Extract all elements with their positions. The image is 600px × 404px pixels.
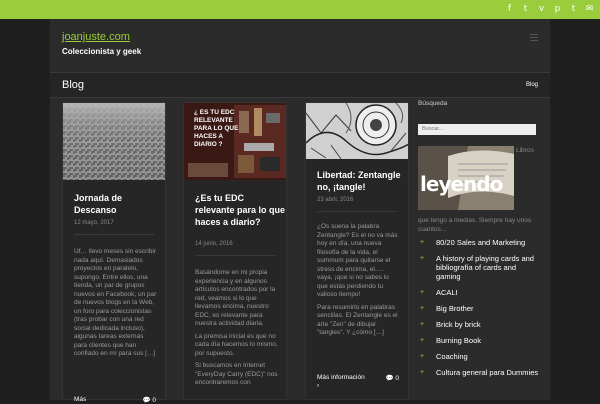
comment-count[interactable]: 💬 0 bbox=[385, 374, 399, 382]
plus-icon: + bbox=[420, 239, 425, 246]
vimeo-icon[interactable]: v bbox=[537, 3, 546, 15]
category-item[interactable]: + Brick by brick bbox=[418, 320, 542, 329]
widget-caption: que tengo a medias. Siempre hay unos cua… bbox=[418, 217, 532, 233]
books-widget: leyendo Libros bbox=[418, 146, 540, 218]
comment-icon: 💬 bbox=[142, 397, 151, 404]
post-card: ¿ ES TU EDC RELEVANTE PARA LO QUE HACES … bbox=[183, 102, 287, 400]
category-item[interactable]: +80/20 Sales and Marketing bbox=[418, 238, 542, 247]
plus-icon: + bbox=[420, 289, 425, 296]
plus-icon: + bbox=[420, 321, 425, 328]
email-icon[interactable]: ✉ bbox=[585, 3, 594, 15]
widget-image-text: leyendo bbox=[420, 172, 503, 196]
post-excerpt: Uf… llevo meses sin escribir nada aquí. … bbox=[74, 248, 157, 357]
category-item[interactable]: + A history of playing cards and bibliogr… bbox=[418, 254, 542, 281]
post-excerpt: ¿Os suena la palabra Zentangle? Es el no… bbox=[317, 223, 398, 336]
category-list: +80/20 Sales and Marketing + A history of… bbox=[418, 238, 542, 384]
tumblr-icon[interactable]: t bbox=[569, 3, 578, 15]
post-date: 12 mayo, 2017 bbox=[74, 220, 114, 226]
sidebar: Búsqueda leyendo Libros bbox=[418, 100, 540, 218]
post-excerpt: Basándome en mi propia experiencia y en … bbox=[195, 269, 278, 386]
search-label: Búsqueda bbox=[418, 100, 448, 107]
post-title[interactable]: Jornada de Descanso bbox=[74, 192, 165, 216]
category-item[interactable]: + Burning Book bbox=[418, 336, 542, 345]
plus-icon: + bbox=[420, 369, 425, 376]
books-widget-image[interactable]: leyendo bbox=[418, 146, 514, 210]
plus-icon: + bbox=[420, 305, 425, 312]
plus-icon: + bbox=[420, 337, 425, 344]
post-title[interactable]: ¿Es tu EDC relevante para lo que haces a… bbox=[195, 192, 286, 228]
read-more-link[interactable]: Más información › bbox=[317, 374, 367, 390]
site-title[interactable]: joanjuste.com bbox=[62, 31, 130, 43]
facebook-icon[interactable]: f bbox=[505, 3, 514, 15]
category-item[interactable]: + ACALI bbox=[418, 288, 542, 297]
thumbnail-text: ¿ ES TU EDC RELEVANTE PARA LO QUE HACES … bbox=[194, 109, 239, 148]
read-more-link[interactable]: Más bbox=[74, 396, 86, 404]
menu-icon[interactable] bbox=[530, 34, 538, 43]
post-date: 14 junio, 2016 bbox=[195, 241, 233, 247]
post-title[interactable]: Libertad: Zentangle no, ¡tangle! bbox=[317, 169, 408, 193]
post-thumbnail[interactable] bbox=[63, 103, 165, 180]
twitter-icon[interactable]: t bbox=[521, 3, 530, 15]
site-tagline: Coleccionista y geek bbox=[62, 47, 142, 56]
plus-icon: + bbox=[420, 353, 425, 360]
category-item[interactable]: + Coaching bbox=[418, 352, 542, 361]
post-date: 23 abril, 2016 bbox=[317, 197, 354, 203]
post-card: Libertad: Zentangle no, ¡tangle! 23 abri… bbox=[305, 102, 409, 400]
page-title-bar: Blog Blog bbox=[50, 72, 550, 98]
plus-icon: + bbox=[420, 255, 425, 262]
post-thumbnail[interactable]: ¿ ES TU EDC RELEVANTE PARA LO QUE HACES … bbox=[184, 103, 286, 180]
social-links: f t v p t ✉ bbox=[505, 3, 594, 15]
page-title: Blog bbox=[62, 79, 85, 91]
breadcrumb[interactable]: Blog bbox=[526, 82, 538, 88]
category-item[interactable]: + Big Brother bbox=[418, 304, 542, 313]
widget-title: Libros bbox=[516, 147, 534, 154]
search-input[interactable] bbox=[418, 123, 536, 135]
post-thumbnail[interactable] bbox=[306, 103, 408, 159]
comment-icon: 💬 bbox=[385, 375, 394, 382]
top-bar: f t v p t ✉ bbox=[0, 0, 600, 19]
post-card: Jornada de Descanso 12 mayo, 2017 Uf… ll… bbox=[62, 102, 166, 404]
category-item[interactable]: + Cultura general para Dummies bbox=[418, 368, 542, 377]
comment-count[interactable]: 💬 0 bbox=[142, 396, 156, 404]
pinterest-icon[interactable]: p bbox=[553, 3, 562, 15]
